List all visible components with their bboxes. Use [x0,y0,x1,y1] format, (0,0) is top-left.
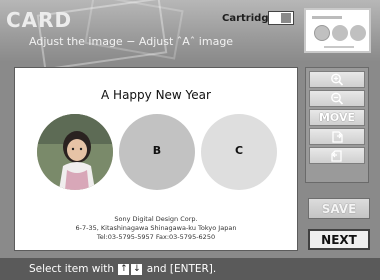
status-prefix: Select item with [29,263,115,275]
child-photo-image [37,114,113,190]
photo-slot-b[interactable]: B [119,114,195,190]
status-bar: Select item with ↑ ↓ and [ENTER]. [0,258,380,280]
card-greeting: A Happy New Year [101,88,211,102]
move-label: MOVE [318,111,356,124]
up-arrow-key-icon: ↑ [118,263,130,275]
move-button[interactable]: MOVE [309,109,365,126]
next-button[interactable]: NEXT [308,229,370,250]
card-thumbnail-preview [304,8,371,53]
status-suffix: and [ENTER]. [146,263,217,275]
image-adjust-panel: MOVE [305,67,369,183]
company-name: Sony Digital Design Corp. [114,215,198,223]
save-button[interactable]: SAVE [308,198,370,219]
zoom-out-button[interactable] [309,90,365,107]
down-arrow-key-icon: ↓ [131,263,143,275]
step-subtitle: Adjust the image − Adjust ˆAˆ image [29,35,234,48]
photo-slot-c[interactable]: C [201,114,277,190]
slot-b-label: B [152,144,162,157]
zoom-in-icon [331,73,344,86]
zoom-in-button[interactable] [309,71,365,88]
rotate-right-button[interactable] [309,128,365,145]
card-editor-screen: CARD Adjust the image − Adjust ˆAˆ image… [0,0,380,280]
slot-c-label: C [234,144,244,157]
header-bar: CARD Adjust the image − Adjust ˆAˆ image… [0,0,380,71]
card-preview: A Happy New Year B C Sony Digital Design… [14,67,298,251]
rotate-right-icon [332,131,343,143]
cartridge-icon [268,11,294,25]
page-title: CARD [6,8,73,32]
company-address: 6-7-35, Kitashinagawa Shinagawa-ku Tokyo… [75,224,237,232]
photo-slot-a[interactable] [37,114,113,190]
rotate-left-icon [331,150,342,162]
rotate-left-button[interactable] [309,147,365,164]
company-phone: Tel:03-5795-5957 Fax:03-5795-6250 [96,233,216,241]
zoom-out-icon [331,92,344,105]
